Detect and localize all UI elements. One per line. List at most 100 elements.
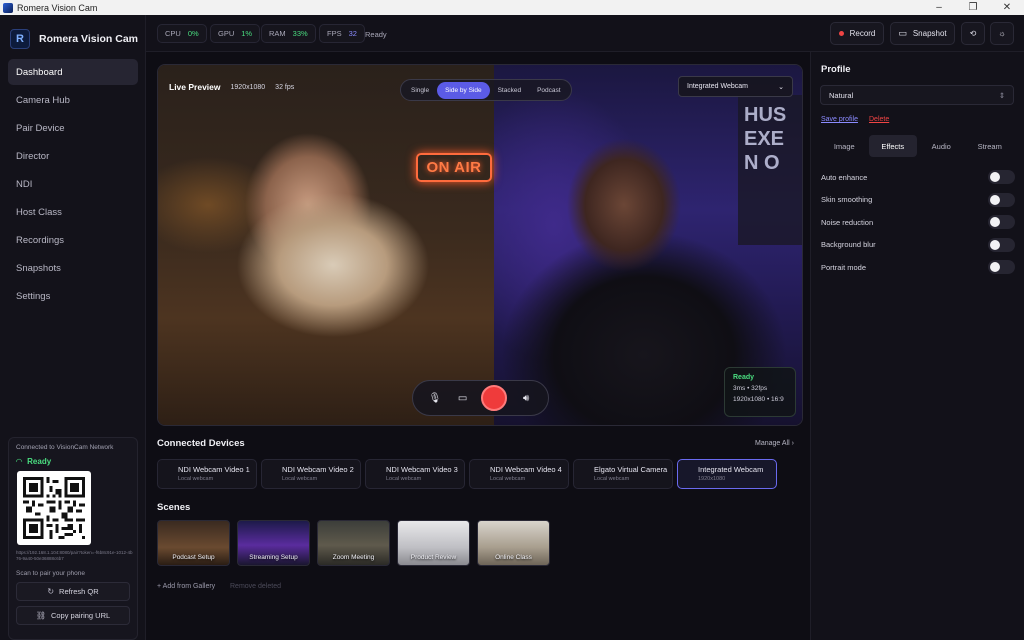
sidebar-item-dashboard[interactable]: Dashboard	[8, 59, 138, 85]
preview-fps: 32 fps	[275, 83, 295, 91]
layout-tab-single[interactable]: Single	[403, 82, 437, 99]
record-button[interactable]: Record	[830, 22, 884, 45]
close-icon[interactable]: ✕	[990, 0, 1024, 15]
sidebar-item-director[interactable]: Director	[8, 143, 138, 169]
sidebar-item-snapshots[interactable]: Snapshots	[8, 255, 138, 281]
pairing-status-text: Ready	[27, 457, 52, 466]
device-card-selected[interactable]: Integrated Webcam 1920x1080	[677, 459, 777, 489]
device-card[interactable]: NDI Webcam Video 1 Local webcam	[157, 459, 257, 489]
tab-stream[interactable]: Stream	[966, 135, 1015, 157]
stream-stats: Ready 3ms • 32fps 1920x1080 • 16:9	[724, 367, 796, 417]
save-profile-link[interactable]: Save profile	[821, 116, 858, 123]
skin-smoothing-toggle[interactable]	[988, 192, 1015, 207]
layout-tab-stacked[interactable]: Stacked	[490, 82, 530, 99]
layout-tabs: Single Side by Side Stacked Podcast	[400, 79, 572, 101]
layout-tab-podcast[interactable]: Podcast	[529, 82, 569, 99]
scene-label: Podcast Setup	[172, 554, 215, 561]
refresh-icon: ↻	[47, 587, 55, 596]
preview-resolution: 1920x1080	[230, 83, 266, 91]
maximize-icon[interactable]: ❐	[956, 0, 990, 15]
cpu-label: CPU	[165, 29, 181, 38]
auto-enhance-toggle[interactable]	[988, 170, 1015, 185]
sidebar-nav: Dashboard Camera Hub Pair Device Directo…	[8, 59, 138, 311]
portrait-mode-toggle[interactable]	[988, 260, 1015, 275]
tab-image[interactable]: Image	[820, 135, 869, 157]
noise-reduction-toggle[interactable]	[988, 215, 1015, 230]
snapshot-button[interactable]: ▭ Snapshot	[890, 22, 955, 45]
delete-profile-link[interactable]: Delete	[869, 116, 889, 123]
cpu-value: 0%	[187, 29, 199, 38]
theme-toggle-button[interactable]: ☼	[990, 22, 1014, 45]
sidebar-item-host-class[interactable]: Host Class	[8, 199, 138, 225]
device-name: NDI Webcam Video 1	[178, 465, 250, 474]
sidebar-item-ndi[interactable]: NDI	[8, 171, 138, 197]
device-sub: Local webcam	[386, 476, 422, 482]
scene-card[interactable]: Zoom Meeting	[317, 520, 390, 566]
layout-tab-side-by-side[interactable]: Side by Side	[437, 81, 490, 99]
top-bar: CPU 0% GPU 1% RAM 33% FPS 32 Ready Recor…	[146, 15, 1024, 52]
fps-chip: FPS 32	[319, 24, 365, 43]
window-titlebar: Romera Vision Cam – ❐ ✕	[0, 0, 1024, 15]
fps-value: 32	[348, 29, 357, 38]
gpu-value: 1%	[241, 29, 253, 38]
tab-audio[interactable]: Audio	[917, 135, 966, 157]
camera-select-value: Integrated Webcam	[687, 83, 748, 90]
sidebar-item-pair-device[interactable]: Pair Device	[8, 115, 138, 141]
sidebar-item-camera-hub[interactable]: Camera Hub	[8, 87, 138, 113]
speaker-icon[interactable]: 🔊︎	[517, 393, 535, 404]
pairing-url: https://192.168.1.104:8080/pair?token=-f…	[16, 550, 133, 561]
device-card[interactable]: NDI Webcam Video 4 Local webcam	[469, 459, 569, 489]
background-sign: HUS EXE N O	[738, 95, 802, 245]
qr-code	[17, 471, 91, 545]
effect-label: Skin smoothing	[821, 195, 873, 205]
add-from-gallery-link[interactable]: + Add from Gallery	[157, 583, 215, 590]
device-card[interactable]: Elgato Virtual Camera Local webcam	[573, 459, 673, 489]
record-toggle-button[interactable]	[481, 385, 508, 411]
gpu-chip: GPU 1%	[210, 24, 261, 43]
remove-deleted-link[interactable]: Remove deleted	[230, 583, 281, 590]
pairing-status: ◠ Ready	[16, 457, 51, 466]
link-icon: ⛓	[35, 611, 46, 620]
background-blur-toggle[interactable]	[988, 237, 1015, 252]
microphone-icon[interactable]: 🎙︎	[426, 393, 444, 404]
network-label: Connected to VisionCam Network	[16, 444, 114, 451]
sync-button[interactable]: ⟲	[961, 22, 985, 45]
device-card[interactable]: NDI Webcam Video 2 Local webcam	[261, 459, 361, 489]
copy-pairing-url-button[interactable]: ⛓ Copy pairing URL	[16, 606, 130, 625]
sidebar-item-settings[interactable]: Settings	[8, 283, 138, 309]
profile-title: Profile	[821, 64, 851, 75]
scene-label: Product Review	[410, 554, 457, 561]
device-name: Integrated Webcam	[698, 465, 764, 474]
stats-format: 1920x1080 • 16:9	[733, 396, 784, 403]
manage-all-link[interactable]: Manage All ›	[749, 435, 800, 452]
profile-select-value: Natural	[829, 90, 854, 100]
scene-card[interactable]: Streaming Setup	[237, 520, 310, 566]
scan-hint: Scan to pair your phone	[16, 570, 86, 577]
effect-row: Noise reduction	[821, 211, 1015, 234]
profile-select[interactable]: Natural ⇕	[820, 85, 1014, 105]
live-preview[interactable]: ON AIR HUS EXE N O Live Preview 1920x108…	[157, 64, 803, 426]
preview-title: Live Preview	[169, 82, 221, 92]
refresh-qr-button[interactable]: ↻ Refresh QR	[16, 582, 130, 601]
sync-icon: ⟲	[969, 29, 977, 38]
scene-card[interactable]: Podcast Setup	[157, 520, 230, 566]
device-card[interactable]: NDI Webcam Video 3 Local webcam	[365, 459, 465, 489]
scene-card[interactable]: Product Review	[397, 520, 470, 566]
scene-label: Streaming Setup	[249, 554, 298, 561]
effect-row: Auto enhance	[821, 166, 1015, 189]
chevron-updown-icon: ⇕	[998, 90, 1005, 100]
tab-effects[interactable]: Effects	[868, 135, 917, 157]
scene-card[interactable]: Online Class	[477, 520, 550, 566]
minimize-icon[interactable]: –	[922, 0, 956, 15]
devices-title: Connected Devices	[157, 438, 245, 449]
device-name: Elgato Virtual Camera	[594, 465, 668, 474]
effect-label: Auto enhance	[821, 172, 868, 182]
sidebar-item-recordings[interactable]: Recordings	[8, 227, 138, 253]
copy-pairing-url-label: Copy pairing URL	[50, 611, 111, 620]
cpu-chip: CPU 0%	[157, 24, 207, 43]
camera-icon: ▭	[898, 28, 907, 38]
record-dot-icon	[838, 31, 844, 36]
device-sub: 1920x1080	[698, 476, 726, 482]
video-camera-icon[interactable]: ▭	[454, 393, 472, 404]
camera-select[interactable]: Integrated Webcam ⌄	[678, 76, 793, 97]
